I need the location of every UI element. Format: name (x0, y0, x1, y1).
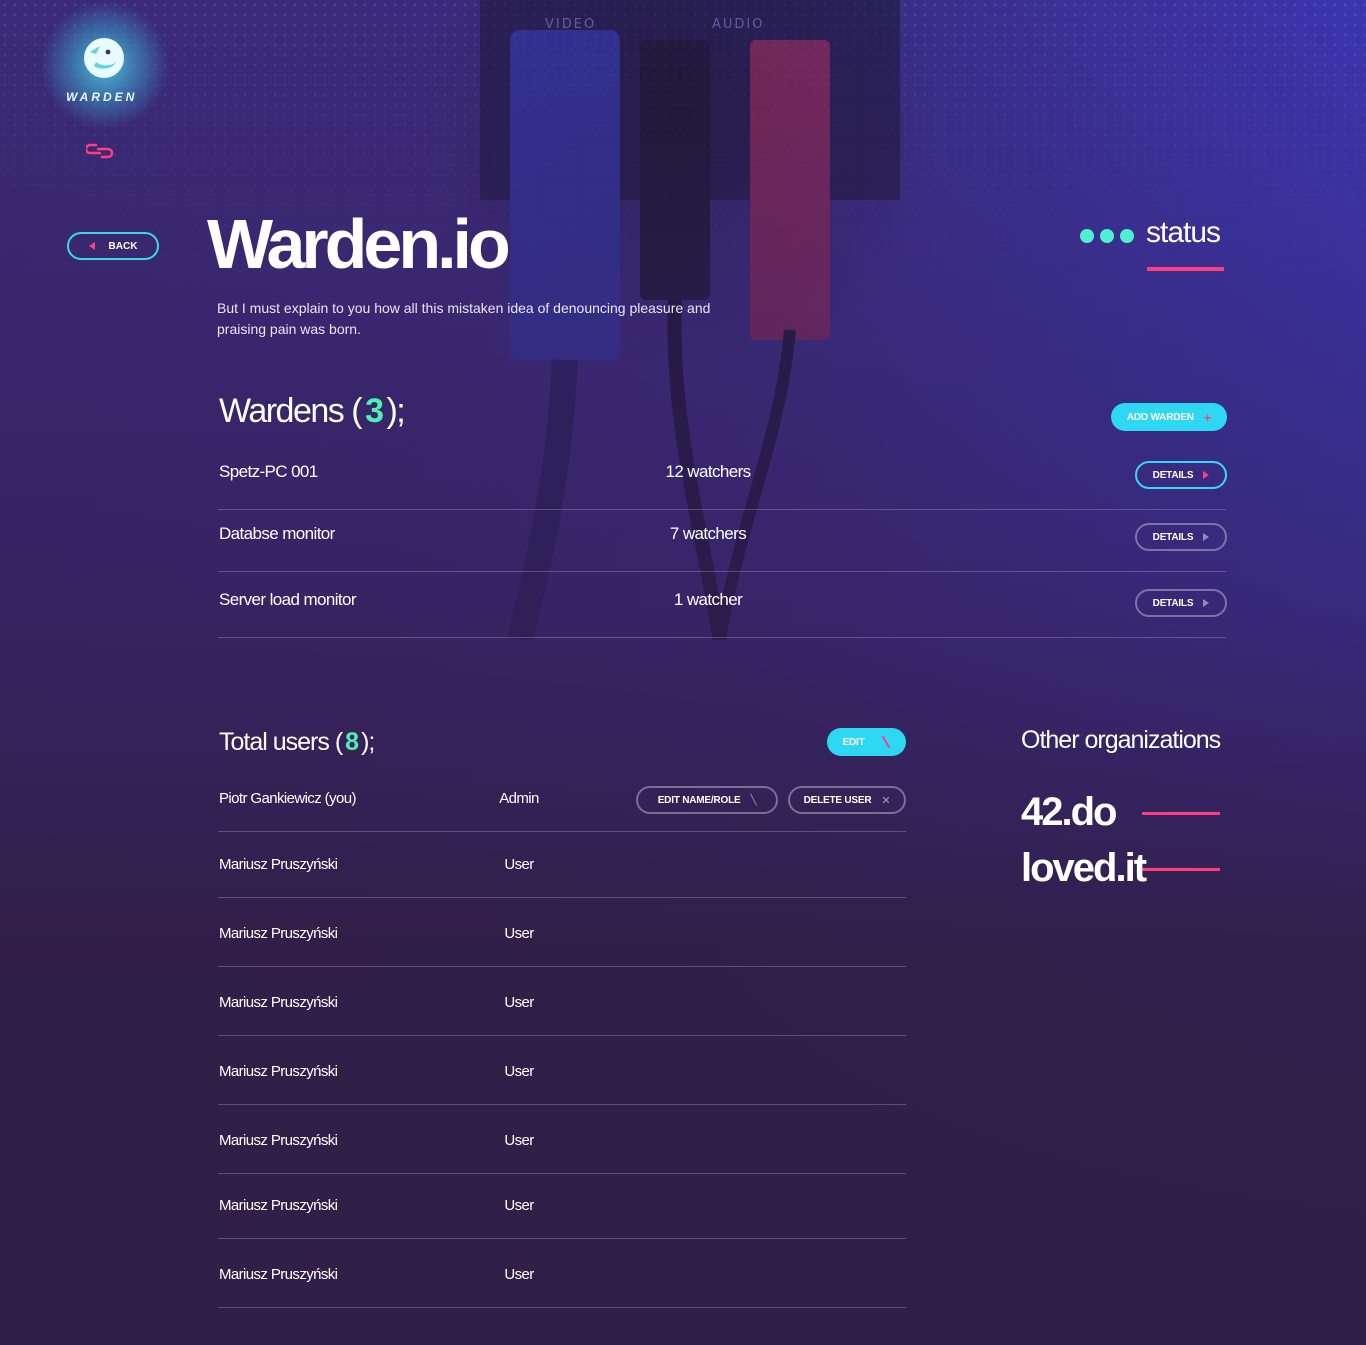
organization-link[interactable]: loved.it (1021, 846, 1147, 891)
edit-name-role-label: EDIT NAME/ROLE (657, 794, 741, 806)
row-divider (218, 966, 906, 967)
user-role: User (504, 1197, 534, 1214)
users-title: Total users (8); (219, 728, 375, 757)
users-title-label: Total users ( (219, 728, 343, 756)
back-label: BACK (108, 240, 138, 252)
user-role: User (504, 994, 534, 1011)
user-role: User (504, 1132, 534, 1149)
close-icon: ✕ (881, 794, 891, 807)
row-divider (218, 1173, 906, 1174)
pencil-icon: ╲ (750, 794, 757, 806)
warden-watchers: 7 watchers (669, 524, 747, 543)
row-divider (218, 1104, 906, 1105)
warden-name: Databse monitor (219, 524, 335, 543)
organization-accent-line (1142, 868, 1220, 871)
users-count: 8 (345, 728, 359, 756)
user-name: Mariusz Pruszyński (219, 1132, 338, 1149)
details-label: DETAILS (1152, 531, 1194, 543)
svg-text:AUDIO: AUDIO (712, 17, 765, 32)
page-description: But I must explain to you how all this m… (217, 300, 711, 337)
edit-users-button[interactable]: EDIT (827, 728, 906, 756)
warden-name: Spetz-PC 001 (219, 462, 318, 481)
wardens-count: 3 (365, 392, 384, 430)
warden-watchers: 1 watcher (673, 590, 743, 609)
bird-logo-icon[interactable] (82, 36, 126, 80)
warden-name: Server load monitor (219, 590, 357, 609)
user-role: User (504, 1266, 534, 1283)
edit-name-role-button[interactable]: EDIT NAME/ROLE ╲ (636, 786, 778, 814)
user-name: Mariusz Pruszyński (219, 925, 338, 942)
details-button[interactable]: DETAILS (1135, 461, 1227, 489)
user-role: User (504, 1063, 534, 1080)
wardens-title: Wardens (3); (219, 392, 406, 431)
user-name: Mariusz Pruszyński (219, 856, 338, 873)
details-label: DETAILS (1152, 469, 1194, 481)
page-title: Warden.io (207, 205, 511, 283)
delete-user-button[interactable]: DELETE USER ✕ (788, 786, 906, 814)
row-divider (218, 1307, 906, 1308)
row-divider (218, 1035, 906, 1036)
svg-text:VIDEO: VIDEO (545, 17, 596, 32)
triangle-left-icon (88, 242, 95, 250)
row-divider (218, 509, 1226, 510)
status-indicator[interactable]: status (1078, 214, 1226, 274)
status-dot (1120, 229, 1134, 243)
organizations-title: Other organizations (1021, 726, 1221, 754)
brand-name: WARDEN (66, 90, 138, 104)
row-divider (218, 1238, 906, 1239)
user-role: User (504, 856, 534, 873)
user-role: User (504, 925, 534, 942)
add-warden-button[interactable]: ADD WARDEN + (1111, 403, 1227, 431)
status-dot (1100, 229, 1114, 243)
status-underline (1147, 267, 1224, 271)
link-icon[interactable] (86, 140, 116, 162)
details-label: DETAILS (1152, 597, 1194, 609)
row-divider (218, 571, 1226, 572)
user-name: Piotr Gankiewicz (you) (219, 790, 356, 807)
triangle-right-icon (1203, 533, 1210, 541)
user-name: Mariusz Pruszyński (219, 1197, 338, 1214)
warden-watchers: 12 watchers (665, 462, 751, 481)
details-button[interactable]: DETAILS (1135, 523, 1227, 551)
row-divider (218, 637, 1226, 638)
add-warden-label: ADD WARDEN (1126, 411, 1194, 423)
users-title-suffix: ); (361, 728, 375, 756)
triangle-right-icon (1203, 471, 1210, 479)
status-label: status (1146, 216, 1221, 249)
triangle-right-icon (1203, 599, 1210, 607)
wardens-title-suffix: ); (386, 392, 405, 430)
status-dots (1080, 229, 1134, 243)
row-divider (218, 831, 906, 832)
row-divider (218, 897, 906, 898)
details-button[interactable]: DETAILS (1135, 589, 1227, 617)
delete-user-label: DELETE USER (803, 794, 872, 806)
edit-users-label: EDIT (842, 736, 865, 748)
pencil-icon (882, 736, 891, 748)
plus-icon: + (1203, 409, 1212, 425)
user-name: Mariusz Pruszyński (219, 1266, 338, 1283)
organization-link[interactable]: 42.do (1021, 790, 1117, 835)
background-overlay (0, 0, 1366, 1345)
back-button[interactable]: BACK (67, 232, 159, 260)
wardens-title-label: Wardens ( (219, 392, 363, 430)
user-name: Mariusz Pruszyński (219, 1063, 338, 1080)
organization-accent-line (1142, 812, 1220, 815)
user-name: Mariusz Pruszyński (219, 994, 338, 1011)
status-dot (1080, 229, 1094, 243)
user-role: Admin (499, 790, 539, 807)
